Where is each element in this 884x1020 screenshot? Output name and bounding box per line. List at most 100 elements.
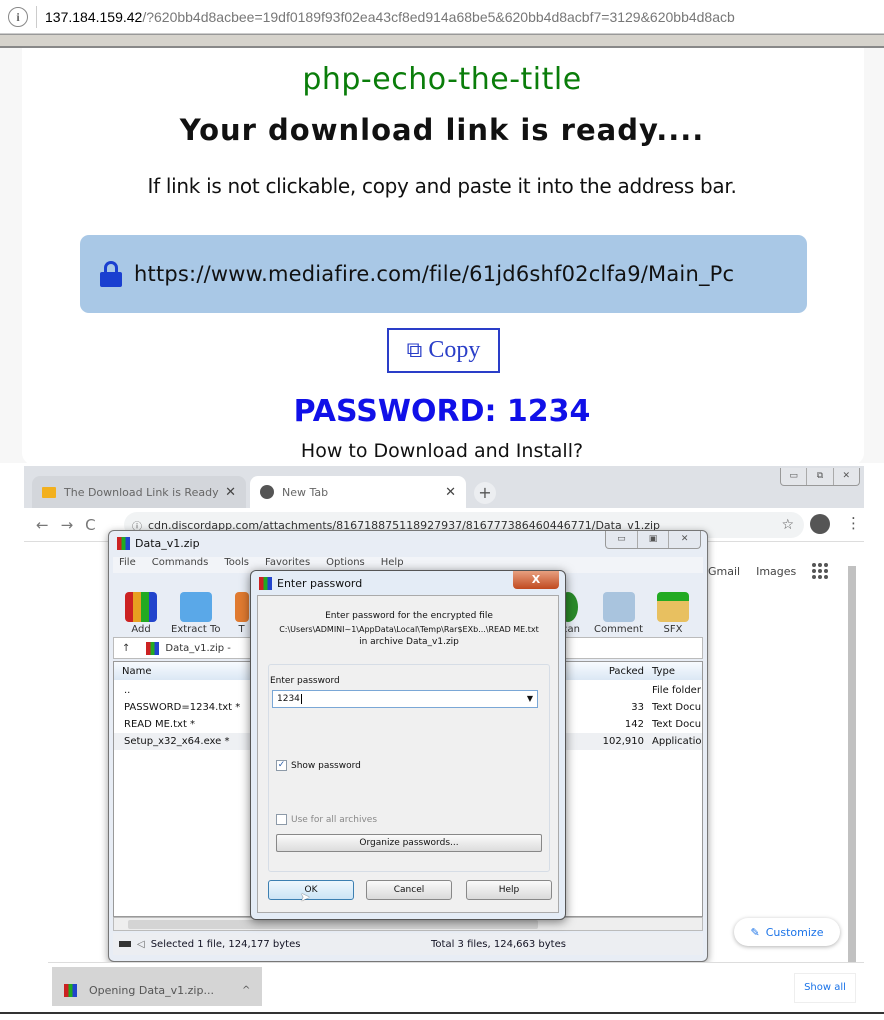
tool-extract-to[interactable]: Extract To <box>171 592 221 635</box>
column-type[interactable]: Type <box>652 666 675 677</box>
apps-grid-icon[interactable] <box>812 563 829 579</box>
chevron-up-icon[interactable]: ^ <box>242 985 250 996</box>
download-item[interactable]: Opening Data_v1.zip... ^ <box>52 967 262 1006</box>
info-icon[interactable]: i <box>8 6 28 27</box>
restore-icon[interactable]: ⧉ <box>807 468 834 485</box>
images-link[interactable]: Images <box>756 565 796 578</box>
show-all-button[interactable]: Show all <box>794 973 856 1003</box>
tab-new-tab[interactable]: New Tab ✕ <box>250 476 466 508</box>
checkbox-label: Show password <box>291 760 361 771</box>
copy-button[interactable]: ⧉ Copy <box>387 328 500 373</box>
download-link-box[interactable]: https://www.mediafire.com/file/61jd6shf0… <box>80 235 807 313</box>
file-type: File folder <box>652 685 701 696</box>
password-value: 1234 <box>277 694 300 704</box>
file-packed: 142 <box>624 719 644 730</box>
text-cursor <box>300 694 302 704</box>
account-icon[interactable] <box>810 514 830 534</box>
tool-label: Extract To <box>171 624 221 635</box>
scrollbar[interactable] <box>848 566 856 986</box>
close-tab-icon[interactable]: ✕ <box>445 485 456 500</box>
show-password-checkbox[interactable]: ✓ Show password <box>276 760 361 771</box>
up-icon[interactable]: ↑ <box>122 643 130 654</box>
site-title: php-echo-the-title <box>302 62 582 97</box>
chevron-down-icon[interactable]: ▼ <box>527 691 533 707</box>
test-icon <box>234 592 249 622</box>
ok-button[interactable]: OK <box>268 880 354 900</box>
use-all-archives-checkbox[interactable]: Use for all archives <box>276 814 377 825</box>
winrar-icon <box>117 537 130 550</box>
file-packed: 102,910 <box>602 736 644 747</box>
status-total: Total 3 files, 124,663 bytes <box>431 938 566 950</box>
forward-icon[interactable]: → <box>61 516 74 534</box>
address-query: /?620bb4d8acbee=19df0189f93f02ea43cf8ed9… <box>142 8 735 25</box>
tool-add[interactable]: Add <box>125 592 157 635</box>
hint-text: If link is not clickable, copy and paste… <box>147 174 737 198</box>
cancel-button[interactable]: Cancel <box>366 880 452 900</box>
scroll-thumb[interactable] <box>128 920 538 929</box>
toolbar-strip <box>0 34 884 48</box>
chrome-window-controls: ▭ ⧉ ✕ <box>780 468 860 486</box>
file-packed: 33 <box>631 702 644 713</box>
minimize-icon[interactable]: ▭ <box>781 468 808 485</box>
back-icon[interactable]: ← <box>36 516 49 534</box>
file-name: PASSWORD=1234.txt * <box>124 702 241 713</box>
password-input[interactable]: 1234 ▼ <box>272 690 538 708</box>
organize-passwords-button[interactable]: Organize passwords... <box>276 834 542 852</box>
status-selected: Selected 1 file, 124,177 bytes <box>150 938 301 950</box>
dialog-body: Enter password for the encrypted file C:… <box>257 595 559 913</box>
winrar-window-controls: ▭ ▣ ✕ <box>605 531 701 549</box>
minimize-icon[interactable]: ▭ <box>606 531 638 548</box>
new-tab-button[interactable]: + <box>474 482 496 504</box>
address-bar[interactable]: i 137.184.159.42 /?620bb4d8acbee=19df018… <box>0 0 884 34</box>
folder-icon <box>179 592 212 622</box>
file-type: Text Docu <box>652 719 702 730</box>
dialog-close-button[interactable]: X <box>513 571 559 589</box>
tool-test[interactable]: T <box>234 592 249 635</box>
download-link[interactable]: https://www.mediafire.com/file/61jd6shf0… <box>134 262 734 286</box>
page-heading: Your download link is ready.... <box>179 113 705 147</box>
dialog-message: Enter password for the encrypted file C:… <box>258 610 560 649</box>
tool-sfx[interactable]: SFX <box>657 592 689 635</box>
message-line: Enter password for the encrypted file <box>325 611 493 621</box>
menu-commands[interactable]: Commands <box>152 557 209 573</box>
maximize-icon[interactable]: ▣ <box>638 531 670 548</box>
mouse-cursor-icon: ➤ <box>300 890 311 904</box>
winrar-title: Data_v1.zip <box>117 537 200 550</box>
archive-path: Data_v1.zip - <box>165 642 231 654</box>
comment-icon <box>602 592 635 622</box>
message-line: in archive Data_v1.zip <box>359 637 459 647</box>
gmail-link[interactable]: Gmail <box>708 565 740 578</box>
tab-download-link[interactable]: The Download Link is Ready ✕ <box>32 476 246 508</box>
reload-icon[interactable]: C <box>85 516 95 534</box>
archive-icon <box>64 983 77 997</box>
winrar-statusbar: ◁ Selected 1 file, 124,177 bytes Total 3… <box>113 933 703 955</box>
menu-file[interactable]: File <box>119 557 136 573</box>
close-tab-icon[interactable]: ✕ <box>225 485 236 500</box>
tutorial-screenshot: The Download Link is Ready ✕ New Tab ✕ +… <box>24 466 864 1006</box>
divider <box>36 5 37 28</box>
download-item-label: Opening Data_v1.zip... <box>89 983 214 997</box>
close-icon[interactable]: ✕ <box>669 531 700 548</box>
password-field-label: Enter password <box>270 676 340 686</box>
menu-tools[interactable]: Tools <box>224 557 249 573</box>
dialog-title: Enter password <box>259 577 362 590</box>
customize-button[interactable]: ✎ Customize <box>734 918 840 946</box>
dialog-title-text: Enter password <box>277 577 363 590</box>
tool-comment[interactable]: Comment <box>594 592 643 635</box>
folder-icon <box>42 486 56 498</box>
password-text: PASSWORD: 1234 <box>293 394 591 429</box>
address-host: 137.184.159.42 <box>45 8 143 25</box>
help-button[interactable]: Help <box>466 880 552 900</box>
checkbox-checked[interactable]: ✓ <box>276 760 287 771</box>
star-icon[interactable]: ☆ <box>781 517 794 533</box>
bottom-border <box>0 1012 884 1020</box>
menu-icon[interactable]: ⋮ <box>846 514 861 532</box>
password-dialog: Enter password X Enter password for the … <box>250 570 566 920</box>
close-icon[interactable]: ✕ <box>834 468 859 485</box>
file-type: Text Docu <box>652 702 702 713</box>
tab-label: New Tab <box>282 485 329 499</box>
column-name[interactable]: Name <box>114 666 152 677</box>
column-packed[interactable]: Packed <box>554 666 644 677</box>
globe-icon <box>260 485 274 499</box>
checkbox-unchecked[interactable] <box>276 814 287 825</box>
